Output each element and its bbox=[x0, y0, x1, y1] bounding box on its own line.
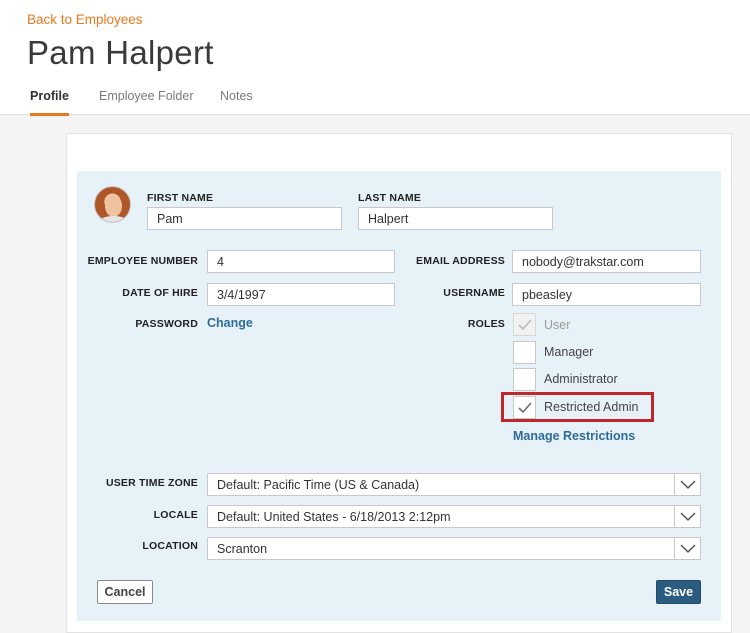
role-administrator-checkbox[interactable] bbox=[513, 368, 536, 391]
locale-select[interactable]: Default: United States - 6/18/2013 2:12p… bbox=[207, 505, 701, 528]
chevron-down-icon bbox=[674, 506, 700, 527]
role-manager-label: Manager bbox=[544, 345, 594, 359]
locale-label: LOCALE bbox=[153, 509, 198, 521]
employee-number-field[interactable] bbox=[207, 250, 395, 273]
first-name-field[interactable] bbox=[147, 207, 342, 230]
locale-value: Default: United States - 6/18/2013 2:12p… bbox=[217, 510, 451, 524]
avatar bbox=[94, 186, 131, 223]
tab-profile[interactable]: Profile bbox=[30, 89, 69, 116]
page-header: Back to Employees Pam Halpert Profile Em… bbox=[0, 0, 750, 116]
save-button[interactable]: Save bbox=[656, 580, 701, 604]
role-manager-checkbox[interactable] bbox=[513, 341, 536, 364]
employee-number-label: EMPLOYEE NUMBER bbox=[87, 255, 198, 267]
page-title: Pam Halpert bbox=[27, 34, 214, 71]
date-of-hire-field[interactable] bbox=[207, 283, 395, 306]
time-zone-value: Default: Pacific Time (US & Canada) bbox=[217, 478, 420, 492]
last-name-label: LAST NAME bbox=[358, 192, 422, 204]
roles-label: ROLES bbox=[467, 318, 505, 330]
highlight-box bbox=[501, 392, 654, 422]
user-time-zone-label: USER TIME ZONE bbox=[105, 477, 198, 489]
username-field[interactable] bbox=[512, 283, 701, 306]
date-of-hire-label: DATE OF HIRE bbox=[122, 287, 198, 299]
back-to-employees-link[interactable]: Back to Employees bbox=[27, 12, 143, 27]
username-label: USERNAME bbox=[443, 287, 505, 299]
manage-restrictions-link[interactable]: Manage Restrictions bbox=[513, 429, 635, 443]
chevron-down-icon bbox=[674, 538, 700, 559]
location-value: Scranton bbox=[217, 542, 268, 556]
cancel-button[interactable]: Cancel bbox=[97, 580, 153, 604]
tab-employee-folder[interactable]: Employee Folder bbox=[99, 89, 194, 113]
location-select[interactable]: Scranton bbox=[207, 537, 701, 560]
change-password-link[interactable]: Change bbox=[207, 316, 253, 330]
role-user-label: User bbox=[544, 318, 571, 332]
password-label: PASSWORD bbox=[135, 318, 198, 330]
email-address-label: EMAIL ADDRESS bbox=[416, 255, 505, 267]
avatar-shirt bbox=[99, 216, 128, 222]
location-label: LOCATION bbox=[142, 540, 198, 552]
avatar-face bbox=[105, 195, 122, 217]
email-address-field[interactable] bbox=[512, 250, 701, 273]
chevron-down-icon bbox=[674, 474, 700, 495]
last-name-field[interactable] bbox=[358, 207, 553, 230]
role-user-checkbox[interactable] bbox=[513, 313, 536, 336]
role-administrator-label: Administrator bbox=[544, 372, 618, 386]
time-zone-select[interactable]: Default: Pacific Time (US & Canada) bbox=[207, 473, 701, 496]
tab-notes[interactable]: Notes bbox=[220, 89, 253, 113]
first-name-label: FIRST NAME bbox=[147, 192, 214, 204]
check-icon bbox=[518, 319, 532, 331]
